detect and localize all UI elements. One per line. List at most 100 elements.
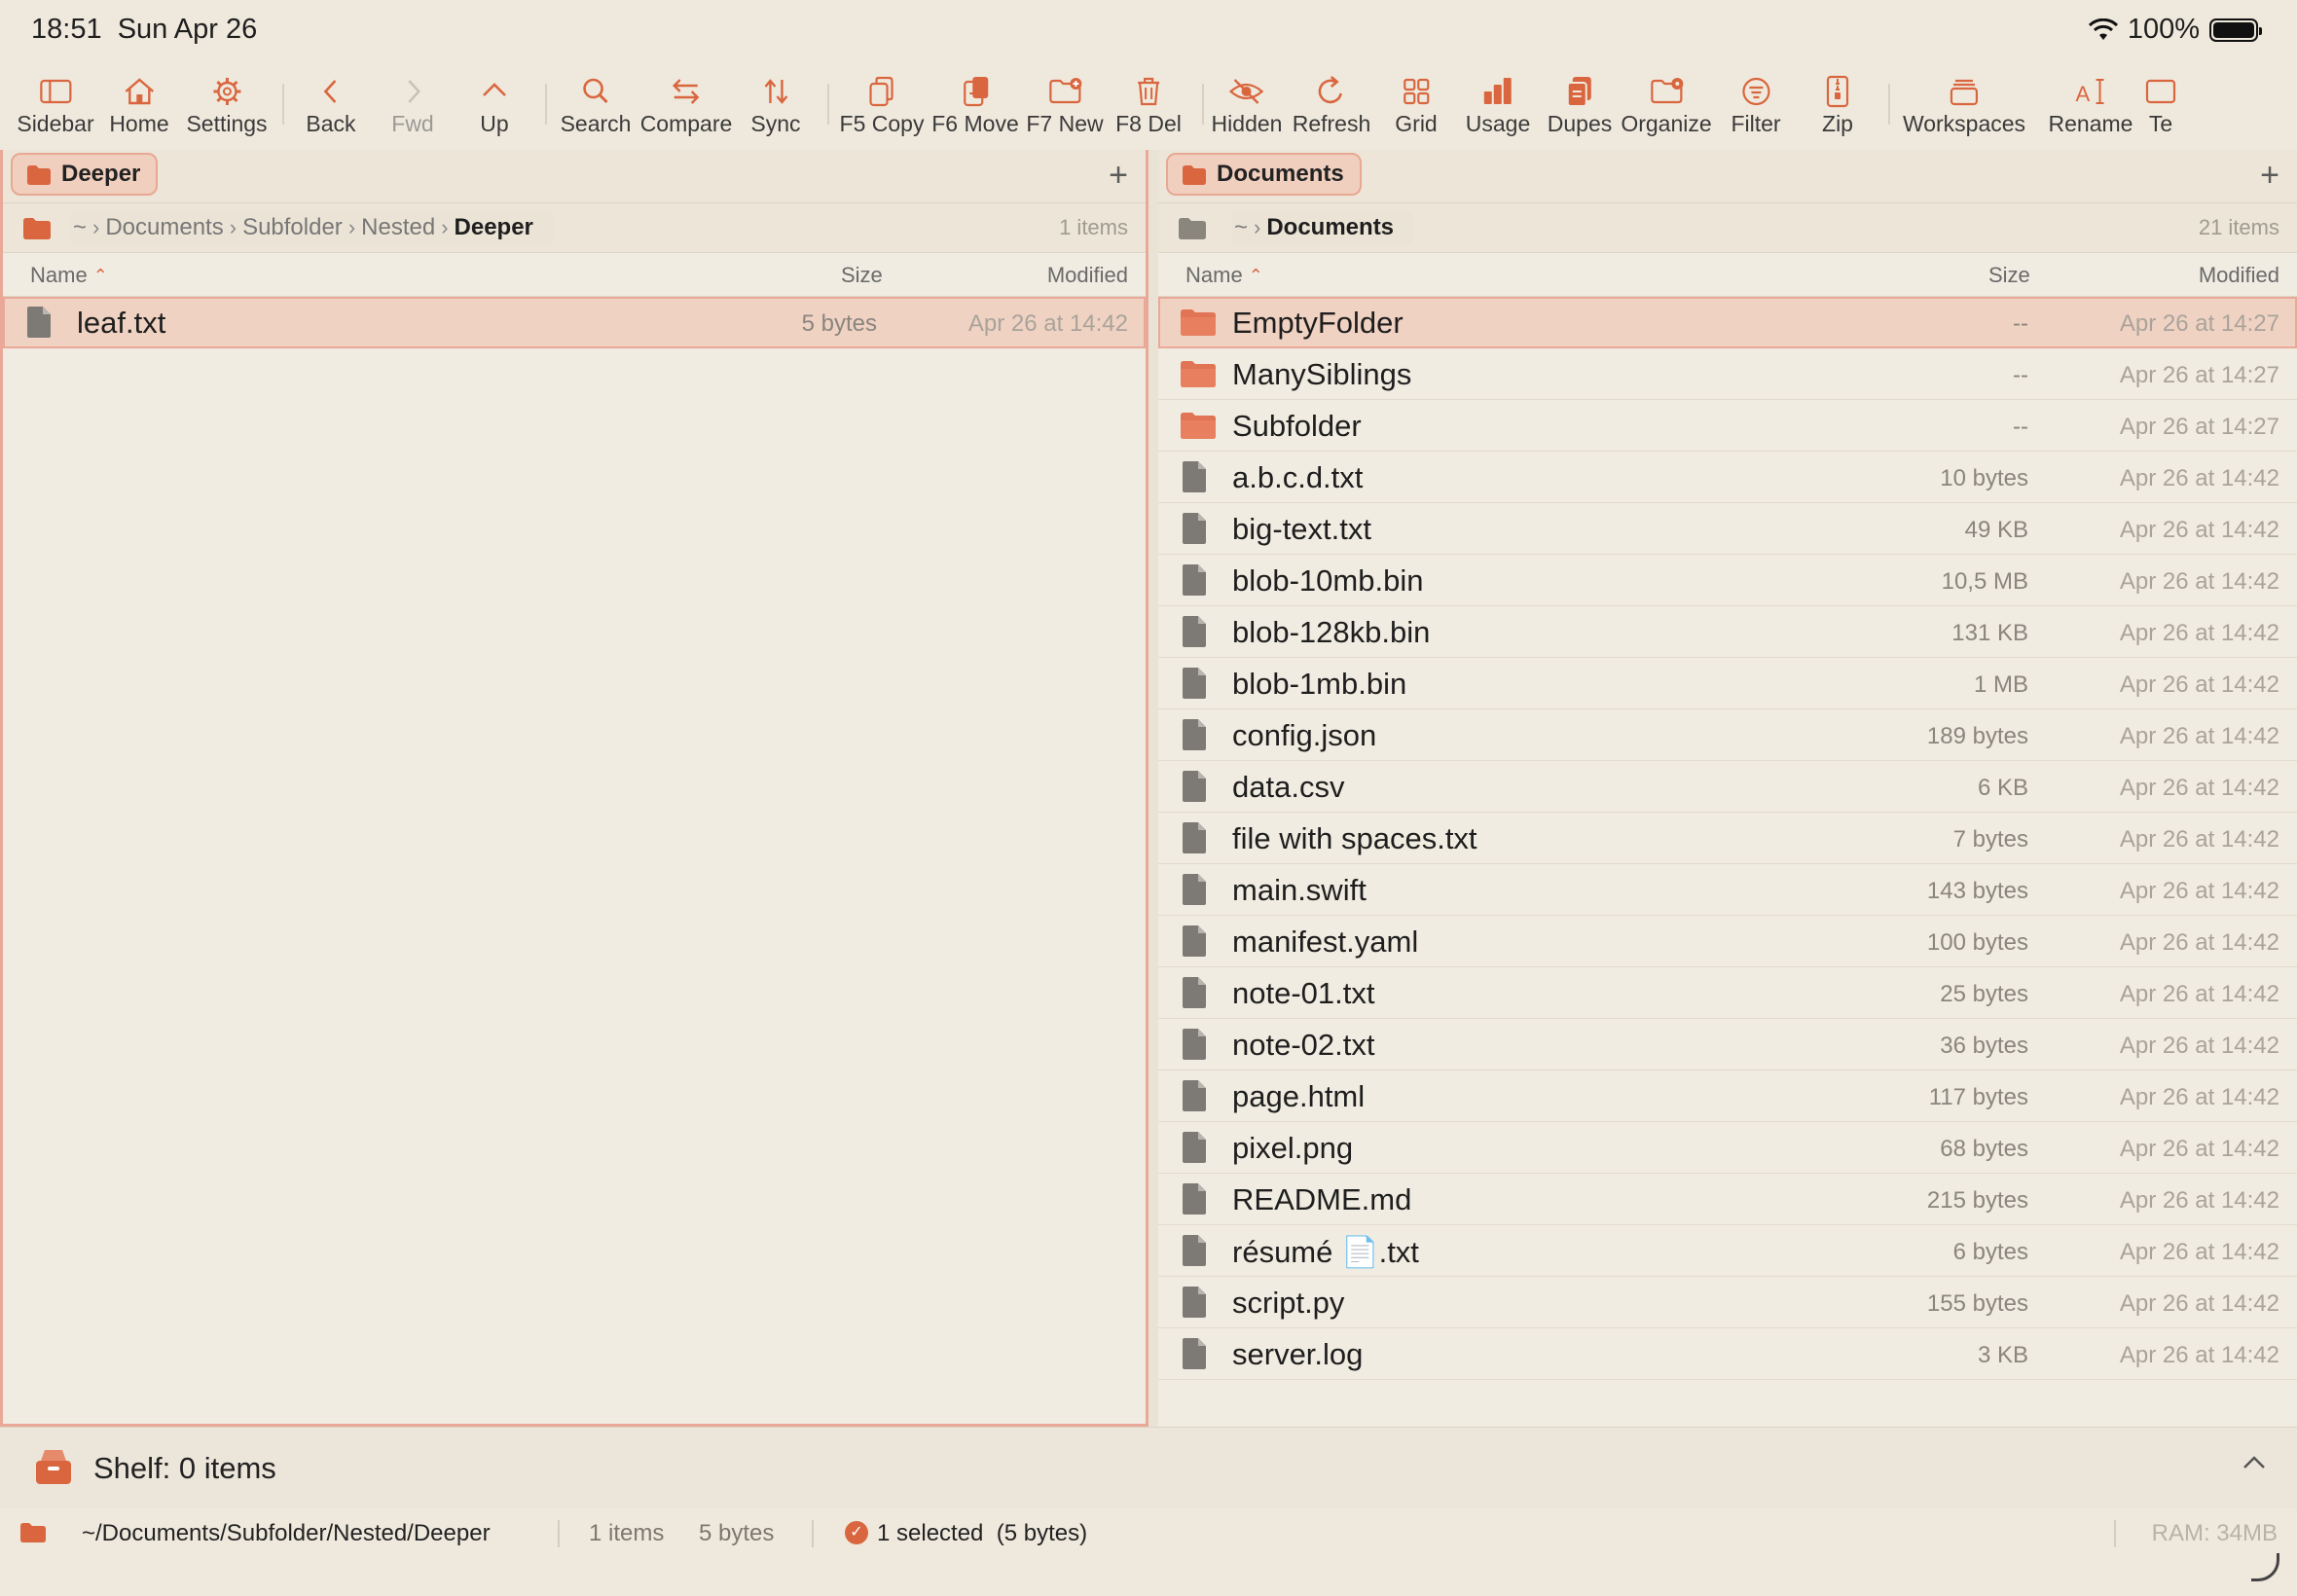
file-row[interactable]: pixel.png 68 bytes Apr 26 at 14:42 bbox=[1158, 1122, 2297, 1174]
file-icon bbox=[1180, 1131, 1209, 1169]
file-modified: Apr 26 at 14:42 bbox=[2119, 826, 2279, 852]
battery-icon bbox=[2209, 18, 2262, 42]
breadcrumb-item[interactable]: ~ bbox=[71, 214, 89, 241]
breadcrumb-item[interactable]: Documents bbox=[1264, 214, 1396, 241]
add-tab-button[interactable]: + bbox=[1109, 156, 1128, 195]
file-row[interactable]: page.html 117 bytes Apr 26 at 14:42 bbox=[1158, 1070, 2297, 1122]
right-pane[interactable]: Documents + ~ › Documents 21 items Name ⌃ S… bbox=[1158, 150, 2297, 1427]
toolbar-grid-button[interactable]: Grid bbox=[1395, 62, 1438, 150]
toolbar-search-button[interactable]: Search bbox=[561, 62, 631, 150]
toolbar-f6-move-button[interactable]: F6 Move bbox=[931, 62, 1019, 150]
toolbar-sidebar-button[interactable]: Sidebar bbox=[17, 62, 94, 150]
toolbar-refresh-button[interactable]: Refresh bbox=[1293, 62, 1370, 150]
breadcrumb-item[interactable]: Subfolder bbox=[240, 214, 345, 241]
file-row[interactable]: résumé 📄.txt 6 bytes Apr 26 at 14:42 bbox=[1158, 1225, 2297, 1277]
toolbar-home-button[interactable]: Home bbox=[109, 62, 169, 150]
toolbar-filter-button[interactable]: Filter bbox=[1731, 62, 1781, 150]
left-pane[interactable]: Deeper + ~ › Documents › Subfolder › Nested › De… bbox=[0, 150, 1148, 1427]
toolbar-back-button[interactable]: Back bbox=[306, 62, 356, 150]
item-count: 1 items bbox=[1059, 215, 1128, 239]
file-modified: Apr 26 at 14:42 bbox=[2119, 517, 2279, 543]
file-row[interactable]: blob-10mb.bin 10,5 MB Apr 26 at 14:42 bbox=[1158, 555, 2297, 606]
pane-divider[interactable] bbox=[1148, 150, 1158, 1427]
file-row[interactable]: big-text.txt 49 KB Apr 26 at 14:42 bbox=[1158, 503, 2297, 555]
add-tab-button[interactable]: + bbox=[2260, 156, 2279, 195]
toolbar-te-button[interactable]: Te bbox=[2141, 62, 2180, 150]
file-row[interactable]: leaf.txt 5 bytes Apr 26 at 14:42 bbox=[3, 297, 1146, 348]
toolbar-button-label: Workspaces bbox=[1902, 111, 2026, 136]
file-row[interactable]: config.json 189 bytes Apr 26 at 14:42 bbox=[1158, 709, 2297, 761]
file-size: 10 bytes bbox=[1940, 465, 2028, 491]
toolbar-organize-button[interactable]: Organize bbox=[1621, 62, 1712, 150]
toolbar-workspaces-button[interactable]: Workspaces bbox=[1903, 62, 2025, 150]
shelf[interactable]: Shelf: 0 items bbox=[0, 1427, 2297, 1509]
file-name: ManySiblings bbox=[1232, 357, 1412, 391]
tab-documents[interactable]: Documents bbox=[1166, 153, 1362, 196]
toolbar-dupes-button[interactable]: Dupes bbox=[1548, 62, 1612, 150]
toolbar-up-button[interactable]: Up bbox=[475, 62, 514, 150]
file-name: blob-10mb.bin bbox=[1232, 563, 1424, 598]
toolbar-f8-del-button[interactable]: F8 Del bbox=[1115, 62, 1182, 150]
breadcrumb-item[interactable]: Documents bbox=[103, 214, 225, 241]
modified-column-header[interactable]: Modified bbox=[2199, 263, 2279, 288]
file-size: 36 bytes bbox=[1940, 1033, 2028, 1059]
file-icon bbox=[1180, 563, 1209, 601]
file-size: 189 bytes bbox=[1926, 723, 2028, 749]
organize-folder-icon bbox=[1650, 78, 1683, 104]
toolbar-hidden-button[interactable]: Hidden bbox=[1212, 62, 1282, 150]
file-row[interactable]: blob-1mb.bin 1 MB Apr 26 at 14:42 bbox=[1158, 658, 2297, 709]
file-size: 143 bytes bbox=[1926, 878, 2028, 904]
file-name: a.b.c.d.txt bbox=[1232, 460, 1364, 494]
file-row[interactable]: data.csv 6 KB Apr 26 at 14:42 bbox=[1158, 761, 2297, 813]
file-row[interactable]: server.log 3 KB Apr 26 at 14:42 bbox=[1158, 1328, 2297, 1380]
toolbar-settings-button[interactable]: Settings bbox=[186, 62, 268, 150]
file-row[interactable]: file with spaces.txt 7 bytes Apr 26 at 14:… bbox=[1158, 813, 2297, 864]
name-column-header[interactable]: Name ⌃ bbox=[1185, 263, 1263, 288]
file-size: -- bbox=[2013, 362, 2028, 388]
right-path-bar: ~ › Documents 21 items bbox=[1158, 203, 2297, 253]
file-size: 215 bytes bbox=[1926, 1187, 2028, 1214]
file-name: file with spaces.txt bbox=[1232, 821, 1477, 855]
toolbar-compare-button[interactable]: Compare bbox=[640, 62, 732, 150]
folder-row[interactable]: ManySiblings -- Apr 26 at 14:27 bbox=[1158, 348, 2297, 400]
toolbar-zip-button[interactable]: Zip bbox=[1818, 62, 1857, 150]
item-count: 21 items bbox=[2198, 215, 2279, 239]
toolbar-usage-button[interactable]: Usage bbox=[1466, 62, 1530, 150]
chevron-right-icon: › bbox=[441, 215, 449, 239]
total-size: 5 bytes bbox=[699, 1520, 775, 1546]
file-row[interactable]: README.md 215 bytes Apr 26 at 14:42 bbox=[1158, 1174, 2297, 1225]
file-row[interactable]: note-02.txt 36 bytes Apr 26 at 14:42 bbox=[1158, 1019, 2297, 1070]
toolbar-f7-new-button[interactable]: F7 New bbox=[1026, 62, 1104, 150]
file-row[interactable]: main.swift 143 bytes Apr 26 at 14:42 bbox=[1158, 864, 2297, 916]
svg-text:A: A bbox=[2076, 82, 2091, 106]
toolbar-f5-copy-button[interactable]: F5 Copy bbox=[840, 62, 924, 150]
name-column-header[interactable]: Name ⌃ bbox=[30, 263, 108, 288]
breadcrumb-item[interactable]: ~ bbox=[1232, 214, 1250, 241]
toolbar-fwd-button[interactable]: Fwd bbox=[391, 62, 434, 150]
breadcrumb-item[interactable]: Nested bbox=[359, 214, 437, 241]
chevron-right-icon: › bbox=[1254, 215, 1261, 239]
folder-row[interactable]: Subfolder -- Apr 26 at 14:27 bbox=[1158, 400, 2297, 452]
breadcrumb-item[interactable]: Deeper bbox=[453, 214, 535, 241]
file-row[interactable]: script.py 155 bytes Apr 26 at 14:42 bbox=[1158, 1277, 2297, 1328]
toolbar-rename-button[interactable]: A Rename bbox=[2049, 62, 2133, 150]
chevron-up-icon[interactable] bbox=[2241, 1449, 2268, 1481]
chevron-right-icon: › bbox=[229, 215, 237, 239]
size-column-header[interactable]: Size bbox=[841, 263, 883, 288]
toolbar-sync-button[interactable]: Sync bbox=[750, 62, 801, 150]
file-row[interactable]: blob-128kb.bin 131 KB Apr 26 at 14:42 bbox=[1158, 606, 2297, 658]
modified-column-header[interactable]: Modified bbox=[1047, 263, 1128, 288]
file-modified: Apr 26 at 14:42 bbox=[2119, 775, 2279, 801]
folder-row[interactable]: EmptyFolder -- Apr 26 at 14:27 bbox=[1158, 297, 2297, 348]
file-row[interactable]: note-01.txt 25 bytes Apr 26 at 14:42 bbox=[1158, 967, 2297, 1019]
tab-deeper[interactable]: Deeper bbox=[11, 153, 159, 196]
file-row[interactable]: a.b.c.d.txt 10 bytes Apr 26 at 14:42 bbox=[1158, 452, 2297, 503]
size-column-header[interactable]: Size bbox=[1988, 263, 2030, 288]
resize-handle[interactable] bbox=[2251, 1553, 2279, 1581]
file-name: script.py bbox=[1232, 1286, 1345, 1320]
toolbar-button-label: Home bbox=[109, 111, 169, 136]
breadcrumb: ~ › Documents bbox=[1232, 211, 1414, 244]
file-row[interactable]: manifest.yaml 100 bytes Apr 26 at 14:42 bbox=[1158, 916, 2297, 967]
compare-arrows-icon bbox=[673, 79, 700, 104]
file-icon bbox=[1180, 1028, 1209, 1066]
